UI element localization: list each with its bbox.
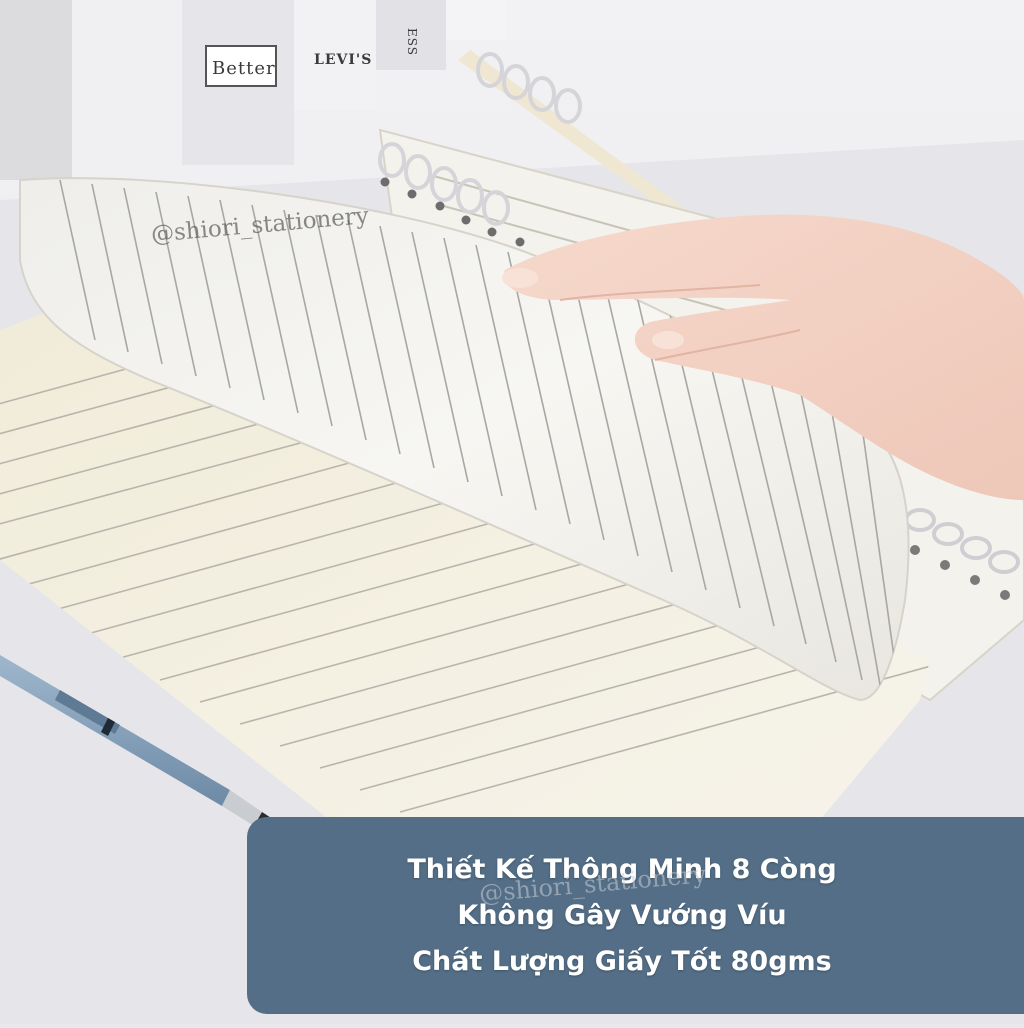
book-label-ess: ESS	[405, 28, 419, 56]
book-label-levis: LEVI'S	[314, 52, 372, 68]
caption-line-3: Chất Lượng Giấy Tốt 80gms	[412, 945, 832, 977]
caption-banner: Thiết Kế Thông Minh 8 Còng Không Gây Vướ…	[247, 817, 1024, 1014]
book-label-better: Better	[212, 58, 276, 79]
